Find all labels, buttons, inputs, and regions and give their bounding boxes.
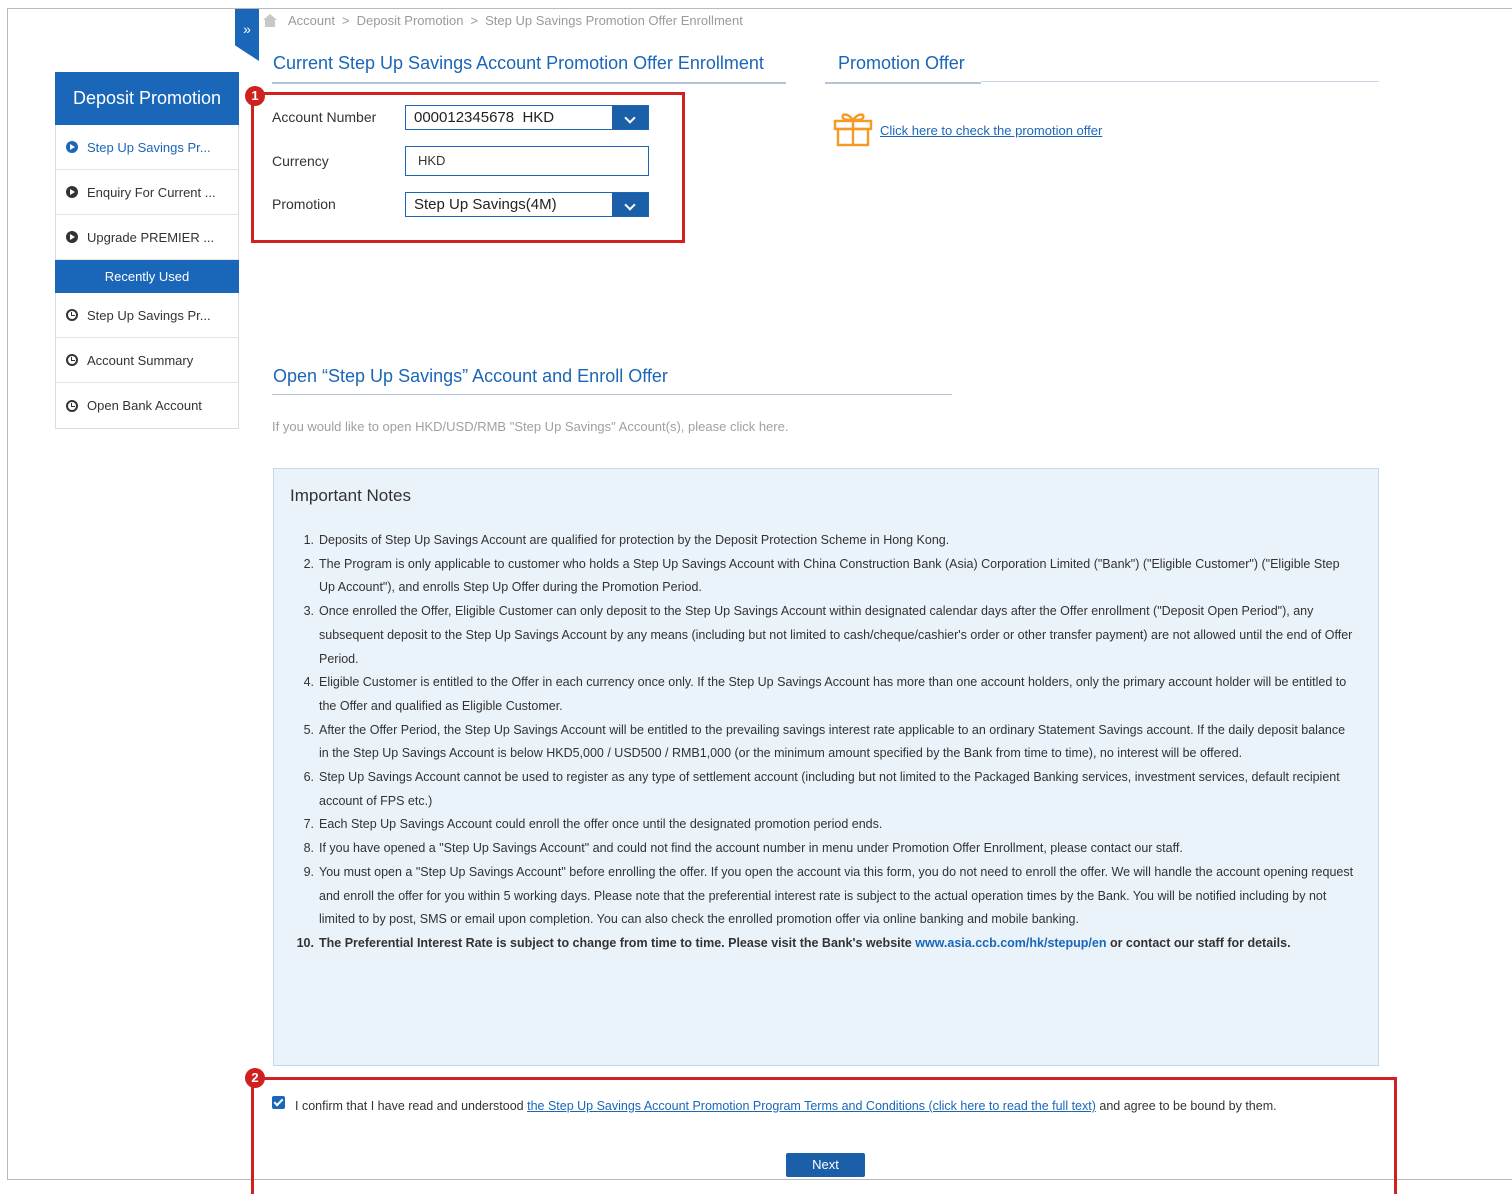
note-item: 2. The Program is only applicable to cust…: [303, 556, 1340, 595]
recently-used-header: Recently Used: [55, 260, 239, 293]
currency-label: Currency: [272, 153, 329, 169]
clock-icon: [66, 399, 78, 412]
breadcrumb-separator: >: [341, 13, 350, 28]
clock-icon: [66, 354, 78, 366]
promotion-offer-underline: [825, 82, 981, 84]
badge-1: 1: [245, 86, 265, 106]
note-item: 5. After the Offer Period, the Step Up Sa…: [303, 722, 1346, 761]
account-number-label: Account Number: [272, 109, 377, 125]
next-button[interactable]: Next: [786, 1153, 865, 1177]
confirm-text: I confirm that I have read and understoo…: [295, 1099, 1277, 1113]
badge-2: 2: [245, 1068, 265, 1088]
sidebar: Deposit Promotion Step Up Savings Pr... …: [55, 72, 239, 429]
bank-website-link[interactable]: www.asia.ccb.com/hk/stepup/en: [915, 936, 1106, 950]
chevron-down-icon[interactable]: [612, 193, 648, 216]
play-circle-icon: [66, 186, 78, 198]
breadcrumb-deposit-promotion[interactable]: Deposit Promotion: [357, 13, 464, 28]
sidebar-item-label: Step Up Savings Pr...: [87, 139, 211, 155]
promotion-label: Promotion: [272, 196, 336, 212]
recent-item-open-bank-account[interactable]: Open Bank Account: [56, 383, 238, 428]
breadcrumb-current: Step Up Savings Promotion Offer Enrollme…: [485, 13, 743, 28]
note-item: 1. Deposits of Step Up Savings Account ar…: [303, 533, 950, 547]
terms-link[interactable]: the Step Up Savings Account Promotion Pr…: [527, 1099, 1096, 1113]
sidebar-item-upgrade-premier[interactable]: Upgrade PREMIER ...: [56, 215, 238, 260]
recent-item-label: Account Summary: [87, 352, 194, 368]
recent-item-step-up-savings[interactable]: Step Up Savings Pr...: [56, 293, 238, 338]
breadcrumb: Account > Deposit Promotion > Step Up Sa…: [262, 13, 743, 28]
promotion-select[interactable]: Step Up Savings(4M): [405, 192, 649, 217]
promotion-offer-link[interactable]: Click here to check the promotion offer: [880, 123, 1102, 138]
note-item: 6. Step Up Savings Account cannot be used…: [303, 770, 1340, 808]
chevron-down-icon[interactable]: [612, 106, 648, 129]
important-notes-panel: Important Notes 1. Deposits of Step Up Sa…: [273, 468, 1379, 1066]
sidebar-item-label: Upgrade PREMIER ...: [87, 229, 215, 245]
account-number-select[interactable]: 000012345678 HKD: [405, 105, 649, 130]
home-icon[interactable]: [262, 13, 278, 28]
note-item: 7. Each Step Up Savings Account could enr…: [303, 817, 883, 832]
clock-icon: [66, 309, 78, 321]
recent-item-label: Open Bank Account: [87, 398, 202, 413]
breadcrumb-account[interactable]: Account: [288, 13, 335, 28]
open-account-title: Open “Step Up Savings” Account and Enrol…: [273, 366, 668, 386]
note-item: 10. The Preferential Interest Rate is sub…: [296, 935, 1291, 950]
enrollment-underline: [272, 82, 786, 84]
play-circle-icon: [66, 141, 78, 153]
enrollment-title: Current Step Up Savings Account Promotio…: [273, 53, 764, 73]
recent-item-account-summary[interactable]: Account Summary: [56, 338, 238, 383]
recent-item-label: Step Up Savings Pr...: [87, 307, 211, 323]
sidebar-item-step-up-savings[interactable]: Step Up Savings Pr...: [56, 125, 238, 170]
promotion-offer-title: Promotion Offer: [838, 53, 965, 73]
important-notes-title: Important Notes: [290, 486, 411, 505]
confirm-checkbox[interactable]: [272, 1096, 285, 1109]
currency-field: HKD: [405, 146, 649, 176]
play-circle-icon: [66, 231, 78, 243]
promotion-value: Step Up Savings(4M): [414, 196, 557, 213]
gift-icon[interactable]: [833, 111, 873, 147]
open-account-underline: [272, 394, 952, 395]
note-item: 8. If you have opened a "Step Up Savings …: [303, 841, 1183, 856]
sidebar-title: Deposit Promotion: [55, 72, 239, 125]
note-item: 3. Once enrolled the Offer, Eligible Cust…: [303, 604, 1353, 666]
note-item: 9. You must open a "Step Up Savings Accou…: [303, 864, 1354, 927]
sidebar-item-label: Enquiry For Current ...: [87, 184, 216, 200]
open-account-link[interactable]: If you would like to open HKD/USD/RMB "S…: [272, 419, 788, 434]
breadcrumb-separator: >: [470, 13, 479, 28]
note-item: 4. Eligible Customer is entitled to the O…: [303, 675, 1347, 713]
promotion-offer-divider: [981, 81, 1379, 82]
sidebar-item-enquiry[interactable]: Enquiry For Current ...: [56, 170, 238, 215]
account-number-value: 000012345678 HKD: [414, 109, 555, 126]
important-notes-list: 1. Deposits of Step Up Savings Account ar…: [294, 529, 1354, 956]
